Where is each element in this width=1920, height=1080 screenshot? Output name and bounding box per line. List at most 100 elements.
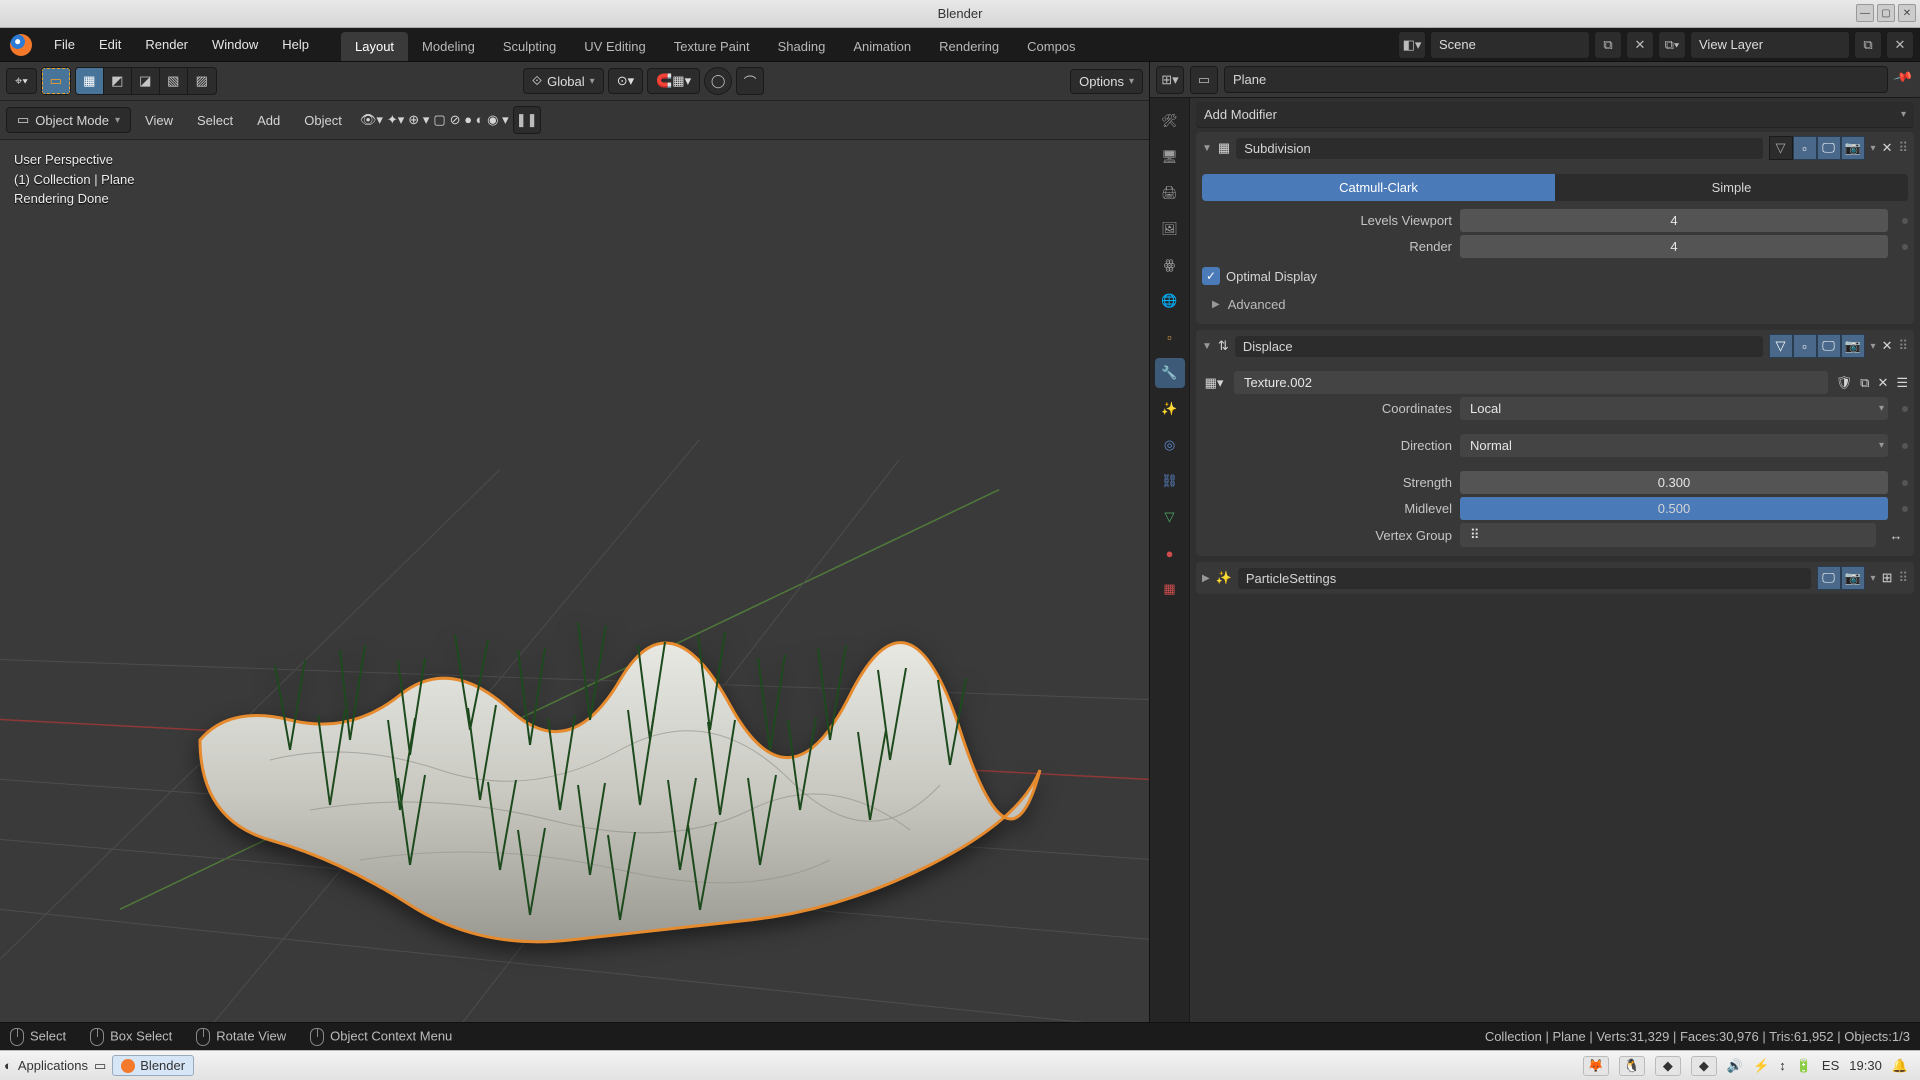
menu-edit[interactable]: Edit: [87, 31, 133, 58]
transform-orientation-dropdown[interactable]: ⟐ Global ▾: [523, 68, 604, 94]
add-menu[interactable]: Add: [247, 109, 290, 132]
viewlayer-copy-icon[interactable]: ⧉: [1854, 31, 1882, 59]
view-menu[interactable]: View: [135, 109, 183, 132]
fake-user-icon[interactable]: 🛡: [1836, 375, 1853, 391]
anim-dot[interactable]: [1902, 443, 1908, 449]
menu-render[interactable]: Render: [133, 31, 200, 58]
tray-gimp-icon[interactable]: 🐧: [1619, 1056, 1645, 1076]
keyboard-layout[interactable]: ES: [1822, 1058, 1839, 1073]
cursor-tool-dropdown[interactable]: ⌖▾: [6, 68, 37, 94]
optimal-display-checkbox[interactable]: ✓: [1202, 267, 1220, 285]
tab-modeling[interactable]: Modeling: [408, 32, 489, 61]
mod-editmode-icon[interactable]: ▫: [1793, 136, 1817, 160]
viewlayer-name-field[interactable]: View Layer: [1690, 31, 1850, 59]
mod-drag-icon[interactable]: ⠿: [1898, 140, 1908, 156]
ptab-constraints-icon[interactable]: ⛓: [1155, 466, 1185, 496]
mod-menu-icon[interactable]: ▾: [1871, 573, 1876, 584]
anim-dot[interactable]: [1902, 406, 1908, 412]
invert-vgroup-icon[interactable]: ↔: [1884, 528, 1908, 543]
shade-wireframe-icon[interactable]: ⊘: [450, 112, 461, 127]
levels-viewport-field[interactable]: 4: [1460, 209, 1888, 232]
scene-delete-icon[interactable]: ✕: [1626, 31, 1654, 59]
mod-delete-icon[interactable]: ✕: [1882, 338, 1893, 354]
mod-oncage-icon[interactable]: ▽: [1769, 334, 1793, 358]
mod-oncage-icon[interactable]: ▽: [1769, 136, 1793, 160]
options-dropdown[interactable]: Options ▾: [1070, 69, 1143, 94]
vertex-group-field[interactable]: ⠿: [1460, 523, 1876, 547]
ptab-physics-icon[interactable]: ◎: [1155, 430, 1185, 460]
expand-icon[interactable]: ▼: [1202, 143, 1212, 154]
xray-icon[interactable]: ▢: [433, 112, 445, 127]
proportional-falloff-icon[interactable]: ⌒: [736, 67, 764, 95]
notifications-icon[interactable]: 🔔: [1892, 1058, 1908, 1074]
mod-delete-icon[interactable]: ✕: [1882, 140, 1893, 156]
unlink-texture-icon[interactable]: ✕: [1877, 375, 1888, 391]
modifier-name-field[interactable]: Subdivision: [1236, 138, 1762, 159]
mod-realtime-icon[interactable]: 🖵: [1817, 136, 1841, 160]
ptab-mesh-icon[interactable]: ▽: [1155, 502, 1185, 532]
direction-dropdown[interactable]: Normal▾: [1460, 434, 1888, 457]
mod-realtime-icon[interactable]: 🖵: [1817, 334, 1841, 358]
anim-dot[interactable]: [1902, 506, 1908, 512]
tab-shading[interactable]: Shading: [764, 32, 840, 61]
ptab-output-icon[interactable]: 🖨: [1155, 178, 1185, 208]
modifier-name-field[interactable]: Displace: [1235, 336, 1763, 357]
ptab-texture-icon[interactable]: ▦: [1155, 574, 1185, 604]
texture-browse-icon[interactable]: ▦▾: [1202, 375, 1226, 391]
tray-firefox-icon[interactable]: 🦊: [1583, 1056, 1609, 1076]
strength-field[interactable]: 0.300: [1460, 471, 1888, 494]
tab-animation[interactable]: Animation: [839, 32, 925, 61]
anim-dot[interactable]: [1902, 218, 1908, 224]
active-object-field[interactable]: Plane: [1224, 66, 1888, 93]
menu-icon[interactable]: ◐: [4, 1058, 12, 1073]
gizmo-icon[interactable]: ✦▾: [387, 112, 404, 127]
applications-button[interactable]: Applications: [18, 1058, 88, 1073]
power-icon[interactable]: ⚡: [1753, 1058, 1769, 1074]
proportional-edit-toggle[interactable]: ◯: [704, 67, 732, 95]
terrain-mesh[interactable]: [150, 610, 1070, 993]
ptab-modifiers-icon[interactable]: 🔧: [1155, 358, 1185, 388]
mod-extra-icon[interactable]: ⊞: [1882, 570, 1893, 586]
tab-rendering[interactable]: Rendering: [925, 32, 1013, 61]
ptab-viewlayer-icon[interactable]: 🖼: [1155, 214, 1185, 244]
mod-realtime-icon[interactable]: 🖵: [1817, 566, 1841, 590]
scene-name-field[interactable]: Scene: [1430, 31, 1590, 59]
minimize-button[interactable]: —: [1856, 4, 1874, 22]
tray-app2-icon[interactable]: ◆: [1691, 1056, 1717, 1076]
gizmo-rotate-icon[interactable]: ◩: [104, 68, 132, 94]
maximize-button[interactable]: ▢: [1877, 4, 1895, 22]
mode-dropdown[interactable]: ▭ Object Mode ▾: [6, 107, 131, 133]
tab-uvediting[interactable]: UV Editing: [570, 32, 659, 61]
advanced-toggle[interactable]: ▶Advanced: [1202, 291, 1908, 318]
menu-help[interactable]: Help: [270, 31, 321, 58]
modifier-name-field[interactable]: ParticleSettings: [1238, 568, 1811, 589]
3d-viewport[interactable]: User Perspective (1) Collection | Plane …: [0, 140, 1149, 1022]
gizmo-scale-icon[interactable]: ◪: [132, 68, 160, 94]
add-modifier-dropdown[interactable]: Add Modifier▾: [1196, 102, 1914, 128]
mod-drag-icon[interactable]: ⠿: [1898, 338, 1908, 354]
tab-texturepaint[interactable]: Texture Paint: [660, 32, 764, 61]
network-icon[interactable]: ↕: [1779, 1058, 1786, 1073]
texture-props-icon[interactable]: ☰: [1896, 375, 1908, 391]
new-texture-icon[interactable]: ⧉: [1860, 375, 1869, 391]
clock[interactable]: 19:30: [1849, 1058, 1882, 1073]
scene-copy-icon[interactable]: ⧉: [1594, 31, 1622, 59]
object-icon[interactable]: ▭: [1190, 66, 1218, 94]
overlays-icon[interactable]: ⊕: [408, 112, 419, 127]
ptab-particles-icon[interactable]: ✨: [1155, 394, 1185, 424]
select-menu[interactable]: Select: [187, 109, 243, 132]
mod-drag-icon[interactable]: ⠿: [1898, 570, 1908, 586]
battery-icon[interactable]: 🔋: [1796, 1058, 1812, 1074]
tab-compositing[interactable]: Compos: [1013, 32, 1089, 61]
ptab-world-icon[interactable]: 🌐: [1155, 286, 1185, 316]
mod-render-icon[interactable]: 📷: [1841, 334, 1865, 358]
mod-menu-icon[interactable]: ▾: [1871, 143, 1876, 154]
ptab-render-icon[interactable]: 🖥: [1155, 142, 1185, 172]
anim-dot[interactable]: [1902, 244, 1908, 250]
editor-type-icon[interactable]: ⊞▾: [1156, 66, 1184, 94]
ptab-material-icon[interactable]: ●: [1155, 538, 1185, 568]
ptab-object-icon[interactable]: ▫: [1155, 322, 1185, 352]
texture-field[interactable]: Texture.002: [1234, 371, 1828, 394]
menu-file[interactable]: File: [42, 31, 87, 58]
viewlayer-browse-icon[interactable]: ⧉▾: [1658, 31, 1686, 59]
